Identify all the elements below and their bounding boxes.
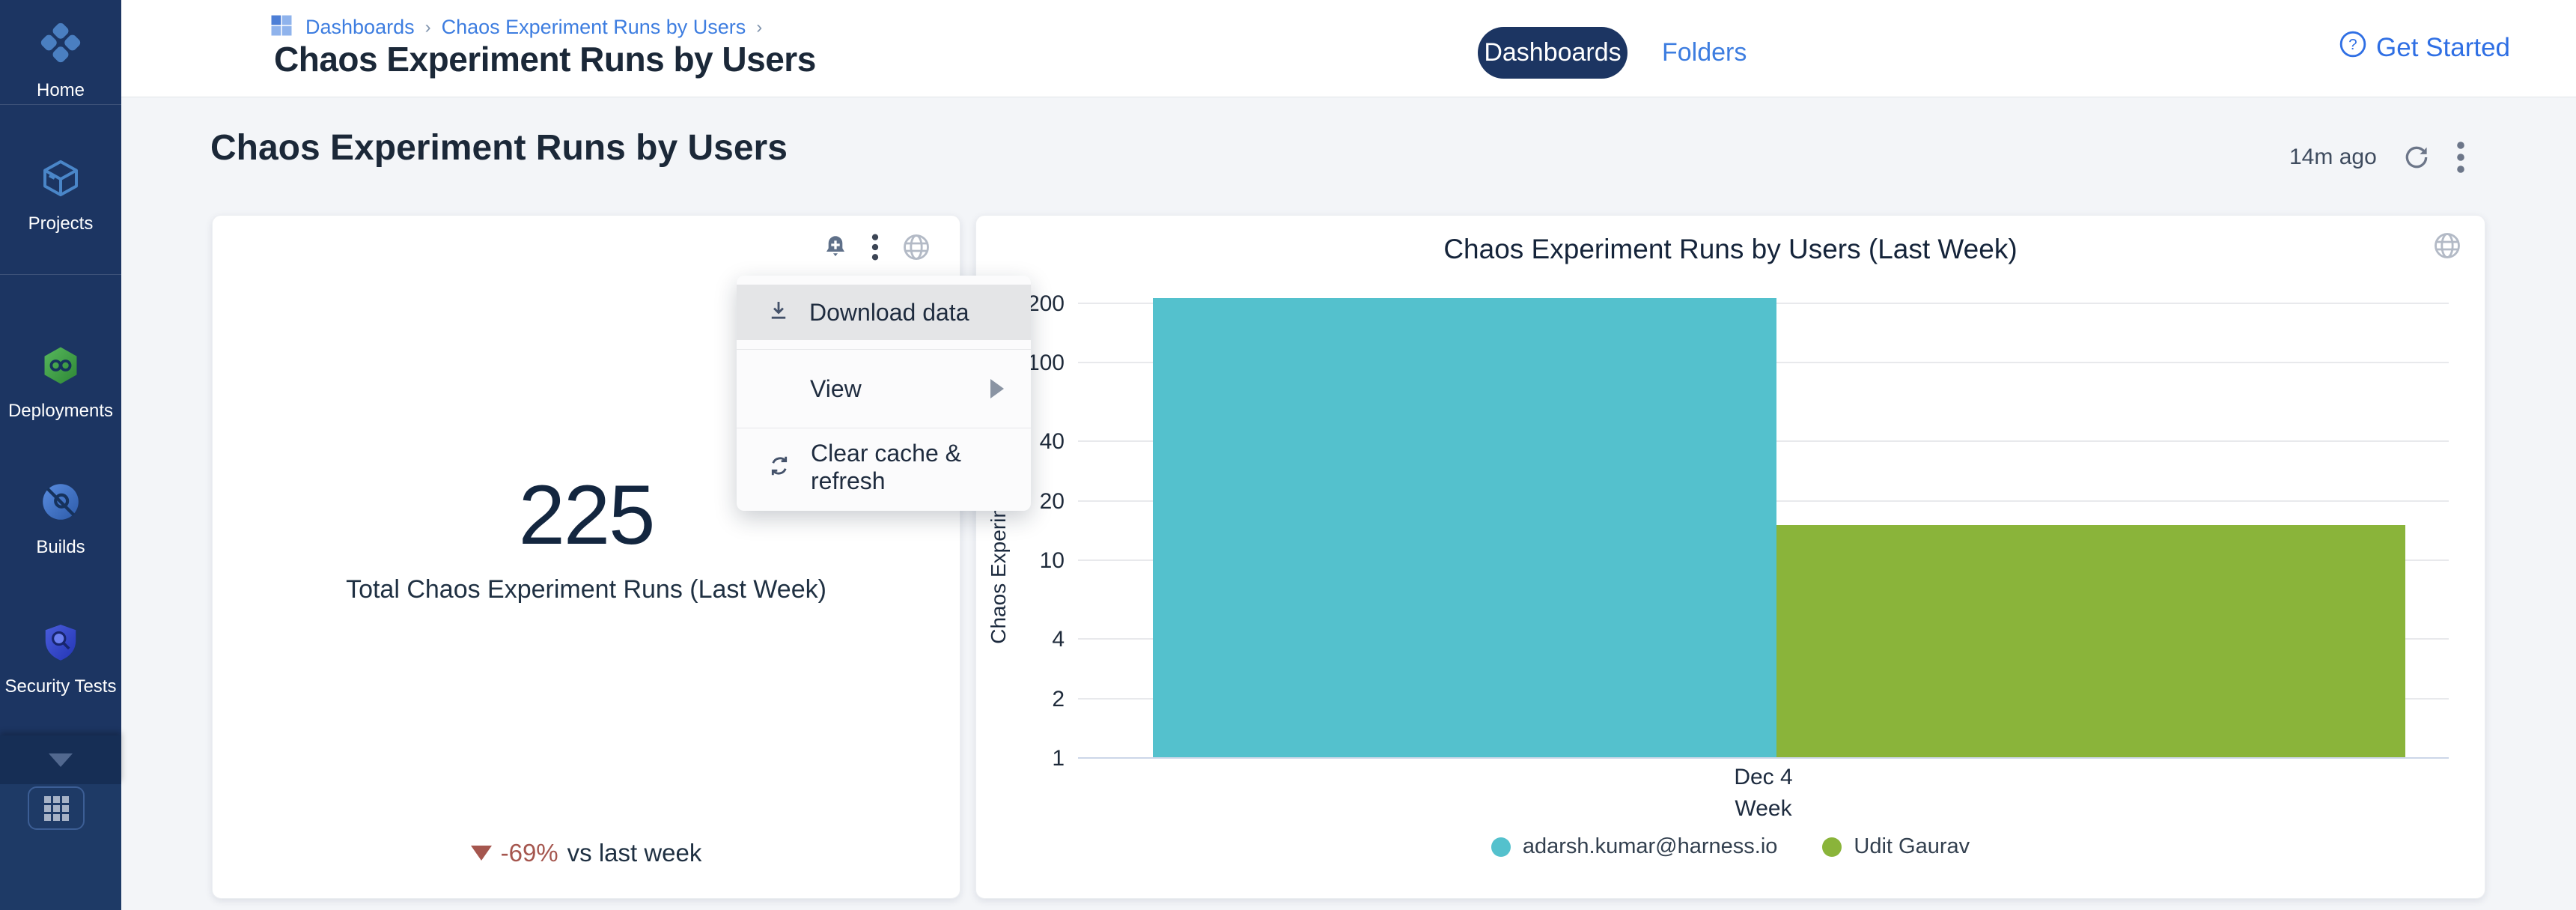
chevron-right-icon: › <box>425 17 431 38</box>
sidebar-item-label: Projects <box>28 213 94 234</box>
menu-item-label: View <box>810 375 862 403</box>
builds-ci-icon <box>40 481 82 527</box>
breadcrumb-link-current[interactable]: Chaos Experiment Runs by Users <box>442 16 746 39</box>
legend-item-adarsh[interactable]: adarsh.kumar@harness.io <box>1491 834 1778 859</box>
triangle-down-icon <box>471 846 492 861</box>
globe-icon[interactable] <box>2432 231 2462 261</box>
svg-text:?: ? <box>2348 36 2357 53</box>
deployments-cd-icon <box>40 345 82 390</box>
breadcrumb: Dashboards › Chaos Experiment Runs by Us… <box>268 12 762 43</box>
tile-label: Total Chaos Experiment Runs (Last Week) <box>213 575 960 604</box>
delta-suffix: vs last week <box>567 839 702 867</box>
alert-bell-plus-icon[interactable] <box>822 233 849 261</box>
grid-icon <box>44 796 69 821</box>
tile-context-menu: Download data View Clear cache & refresh <box>737 276 1031 511</box>
legend-dot-teal <box>1491 837 1511 857</box>
kebab-menu-icon[interactable] <box>2456 141 2465 174</box>
menu-item-label: Download data <box>809 299 969 327</box>
caret-right-icon <box>990 379 1004 398</box>
sidebar-item-label: Builds <box>36 537 85 558</box>
last-refreshed-label: 14m ago <box>2289 145 2377 170</box>
tab-folders[interactable]: Folders <box>1662 28 1747 77</box>
gridline-1 <box>1078 757 2449 759</box>
chart-title: Chaos Experiment Runs by Users (Last Wee… <box>976 234 2485 265</box>
get-started-button[interactable]: ? Get Started <box>2339 30 2510 65</box>
x-axis-category: Dec 4 <box>1078 765 2449 790</box>
menu-item-download-data[interactable]: Download data <box>737 285 1031 340</box>
legend-item-udit[interactable]: Udit Gaurav <box>1822 834 1970 859</box>
globe-icon[interactable] <box>901 232 931 262</box>
sidebar-footer <box>0 784 121 910</box>
bar-series-udit[interactable] <box>1776 525 2405 757</box>
y-tick-label: 2 <box>976 687 1065 712</box>
chevron-down-icon <box>49 753 73 767</box>
y-tick-label: 1 <box>976 746 1065 771</box>
breadcrumb-link-dashboards[interactable]: Dashboards <box>305 16 415 39</box>
dashboards-grid-icon <box>268 12 295 43</box>
sidebar-item-label: Deployments <box>8 401 113 422</box>
sidebar-divider <box>0 104 121 105</box>
legend-dot-green <box>1822 837 1842 857</box>
chart-legend: adarsh.kumar@harness.io Udit Gaurav <box>976 834 2485 859</box>
legend-label: Udit Gaurav <box>1854 834 1970 859</box>
security-shield-icon <box>40 622 81 666</box>
menu-item-view[interactable]: View <box>737 350 1031 428</box>
menu-spacer <box>737 340 1031 349</box>
chevron-right-icon: › <box>756 17 762 38</box>
sidebar-item-projects[interactable]: Projects <box>0 157 121 234</box>
bar-series-adarsh[interactable] <box>1153 298 1776 757</box>
refresh-cycle-icon <box>766 452 793 483</box>
sidebar-collapse-toggle[interactable] <box>0 735 121 784</box>
delta-percent: -69% <box>501 839 558 867</box>
sidebar-item-home[interactable]: Home <box>0 19 121 101</box>
module-grid-button[interactable] <box>28 786 85 830</box>
tab-dashboards[interactable]: Dashboards <box>1478 27 1627 79</box>
dashboard-title: Chaos Experiment Runs by Users <box>210 127 788 169</box>
sidebar-item-label: Security Tests <box>5 676 117 697</box>
question-circle-icon: ? <box>2339 30 2367 65</box>
refresh-icon[interactable] <box>2402 143 2431 172</box>
page-title: Chaos Experiment Runs by Users <box>274 39 816 79</box>
x-axis-title: Week <box>1078 796 2449 822</box>
harness-home-icon <box>37 19 84 70</box>
chart-card: Chaos Experiment Runs by Users (Last Wee… <box>975 215 2485 899</box>
tile-kebab-icon[interactable] <box>871 233 879 261</box>
tile-actions <box>822 232 931 262</box>
refresh-meta: 14m ago <box>2289 141 2465 174</box>
sidebar-item-deployments[interactable]: Deployments <box>0 345 121 422</box>
sidebar-divider <box>0 274 121 275</box>
menu-item-clear-cache[interactable]: Clear cache & refresh <box>737 428 1031 506</box>
sidebar-item-security-tests[interactable]: Security Tests <box>0 622 121 697</box>
sidebar-item-builds[interactable]: Builds <box>0 481 121 558</box>
get-started-label: Get Started <box>2376 33 2510 63</box>
tile-delta: -69% vs last week <box>213 839 960 867</box>
top-bar: Dashboards › Chaos Experiment Runs by Us… <box>121 0 2576 97</box>
sidebar: Home Projects Deployments <box>0 0 121 910</box>
download-icon <box>766 298 791 327</box>
menu-item-label: Clear cache & refresh <box>811 440 1031 495</box>
projects-cube-icon <box>40 157 82 203</box>
legend-label: adarsh.kumar@harness.io <box>1523 834 1778 859</box>
sidebar-item-label: Home <box>37 80 85 101</box>
